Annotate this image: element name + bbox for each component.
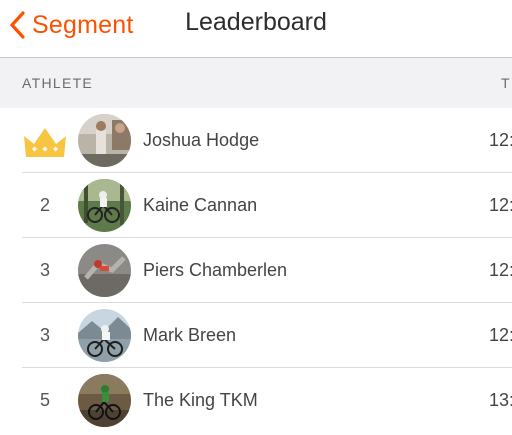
athlete-time: 12: <box>489 195 512 215</box>
column-header: ATHLETE T <box>0 58 512 108</box>
athlete-name[interactable]: Kaine Cannan <box>143 173 257 238</box>
rank-label: 3 <box>39 260 50 280</box>
athlete-name[interactable]: Joshua Hodge <box>143 108 259 173</box>
rank-label: 2 <box>39 195 50 215</box>
athlete-time: 13: <box>489 390 512 410</box>
rank-label: 5 <box>39 390 50 410</box>
athlete-avatar[interactable] <box>78 114 131 167</box>
athlete-avatar[interactable] <box>78 374 131 427</box>
athlete-name[interactable]: The King TKM <box>143 368 258 433</box>
leaderboard-row[interactable]: Joshua Hodge 12: <box>0 108 512 173</box>
time-column-header[interactable]: T <box>501 75 511 91</box>
athlete-time: 12: <box>489 325 512 345</box>
leaderboard-row[interactable]: 3 Piers Chamberlen 12: <box>0 238 512 303</box>
athlete-name[interactable]: Piers Chamberlen <box>143 238 287 303</box>
leaderboard-row[interactable]: 3 Mark Breen 12: <box>0 303 512 368</box>
rank-label <box>22 108 68 173</box>
leaderboard-row[interactable]: 2 Kaine Cannan 12: <box>0 173 512 238</box>
athlete-column-header: ATHLETE <box>22 75 94 91</box>
athlete-avatar[interactable] <box>78 244 131 297</box>
athlete-avatar[interactable] <box>78 309 131 362</box>
athlete-name[interactable]: Mark Breen <box>143 303 236 368</box>
navigation-bar: Segment Leaderboard <box>0 0 512 58</box>
rank-label: 3 <box>39 325 50 345</box>
athlete-time: 12: <box>489 260 512 280</box>
athlete-avatar[interactable] <box>78 179 131 232</box>
athlete-time: 12: <box>489 130 512 150</box>
page-title: Leaderboard <box>185 8 327 36</box>
leaderboard-row[interactable]: 5 The King TKM 13: <box>0 368 512 433</box>
